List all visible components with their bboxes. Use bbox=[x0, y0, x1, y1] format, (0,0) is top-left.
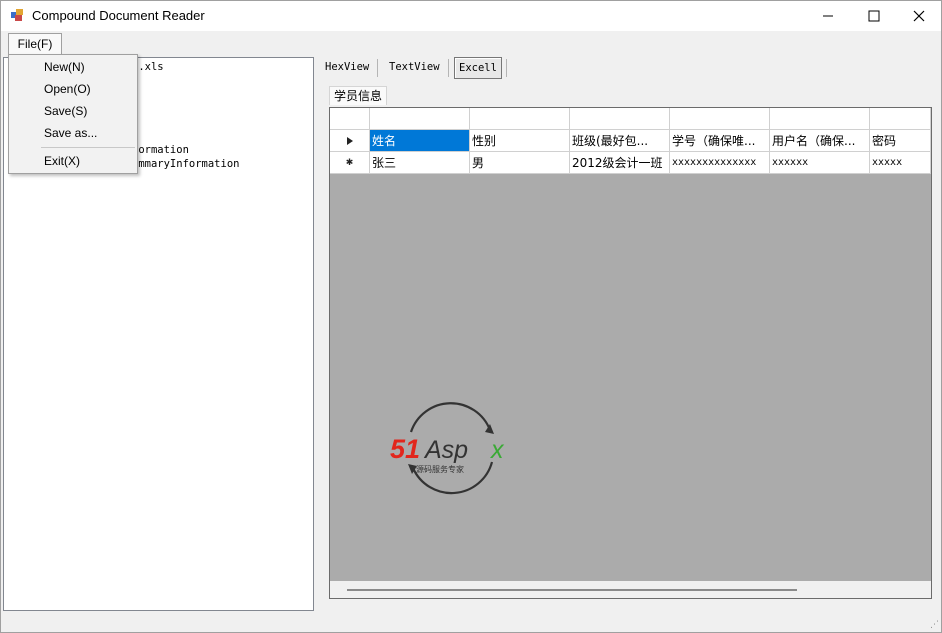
scrollbar-thumb[interactable] bbox=[347, 589, 797, 591]
svg-text:51: 51 bbox=[390, 434, 420, 464]
cell-student-id-header[interactable]: 学号（确保唯... bbox=[670, 130, 770, 152]
resize-grip-icon[interactable]: ⋰ bbox=[930, 620, 939, 630]
menu-item-save-as[interactable]: Save as... bbox=[44, 126, 97, 140]
menu-separator bbox=[41, 147, 135, 148]
cell-username-header[interactable]: 用户名（确保... bbox=[770, 130, 870, 152]
tab-textview[interactable]: TextView bbox=[389, 57, 440, 77]
status-bar: ⋰ bbox=[1, 611, 941, 632]
title-bar: Compound Document Reader bbox=[1, 1, 941, 31]
horizontal-scrollbar[interactable] bbox=[330, 581, 931, 598]
table-cell[interactable]: xxxxxxxxxxxxxx bbox=[670, 152, 770, 174]
current-row-icon bbox=[346, 136, 353, 145]
sheet-tab[interactable]: 学员信息 bbox=[329, 86, 387, 105]
column-header[interactable] bbox=[570, 108, 670, 130]
column-header[interactable] bbox=[670, 108, 770, 130]
menu-item-new[interactable]: New(N) bbox=[44, 60, 85, 74]
watermark-logo: 51 Asp x 源码服务专家 bbox=[390, 402, 505, 495]
cell-name-header[interactable]: 姓名 bbox=[370, 130, 470, 152]
menu-item-save[interactable]: Save(S) bbox=[44, 104, 87, 118]
menu-item-exit[interactable]: Exit(X) bbox=[44, 154, 80, 168]
menu-item-open[interactable]: Open(O) bbox=[44, 82, 91, 96]
tab-divider bbox=[377, 59, 378, 77]
tab-excell[interactable]: Excell bbox=[454, 57, 502, 79]
table-cell[interactable]: xxxxx bbox=[870, 152, 931, 174]
data-grid[interactable]: 姓名 性别 班级(最好包... 学号（确保唯... 用户名（确保... 密码 ✱… bbox=[329, 107, 932, 599]
file-menu-dropdown: New(N) Open(O) Save(S) Save as... Exit(X… bbox=[8, 54, 138, 174]
svg-text:源码服务专家: 源码服务专家 bbox=[416, 464, 464, 474]
minimize-icon bbox=[823, 15, 833, 17]
close-button[interactable] bbox=[896, 1, 942, 31]
table-cell[interactable]: xxxxxx bbox=[770, 152, 870, 174]
column-header[interactable] bbox=[770, 108, 870, 130]
column-header[interactable] bbox=[470, 108, 570, 130]
grid-corner bbox=[330, 108, 370, 130]
window-title: Compound Document Reader bbox=[32, 8, 205, 23]
close-icon bbox=[913, 10, 925, 22]
svg-text:x: x bbox=[490, 436, 505, 464]
cell-password-header[interactable]: 密码 bbox=[870, 130, 931, 152]
table-cell[interactable]: 张三 bbox=[370, 152, 470, 174]
tree-node-summary[interactable]: formation bbox=[132, 144, 189, 156]
app-icon bbox=[11, 9, 23, 21]
column-header[interactable] bbox=[370, 108, 470, 130]
tab-hexview[interactable]: HexView bbox=[325, 57, 369, 77]
row-header-new[interactable]: ✱ bbox=[330, 152, 370, 174]
tree-node-doc-summary[interactable]: ummaryInformation bbox=[132, 158, 239, 170]
maximize-button[interactable] bbox=[851, 1, 897, 31]
tab-divider bbox=[448, 59, 449, 77]
grid-top-header bbox=[330, 108, 931, 130]
menu-file[interactable]: File(F) bbox=[8, 33, 62, 54]
main-window: Compound Document Reader File(F) e.xls f… bbox=[0, 0, 942, 633]
minimize-button[interactable] bbox=[805, 1, 851, 31]
svg-text:Asp: Asp bbox=[423, 436, 468, 464]
column-header[interactable] bbox=[870, 108, 931, 130]
menu-bar: File(F) bbox=[1, 31, 941, 55]
row-header-current[interactable] bbox=[330, 130, 370, 152]
cell-gender-header[interactable]: 性别 bbox=[470, 130, 570, 152]
cell-class-header[interactable]: 班级(最好包... bbox=[570, 130, 670, 152]
table-cell[interactable]: 2012级会计一班 bbox=[570, 152, 670, 174]
table-cell[interactable]: 男 bbox=[470, 152, 570, 174]
maximize-icon bbox=[868, 10, 880, 22]
tab-divider bbox=[506, 59, 507, 77]
